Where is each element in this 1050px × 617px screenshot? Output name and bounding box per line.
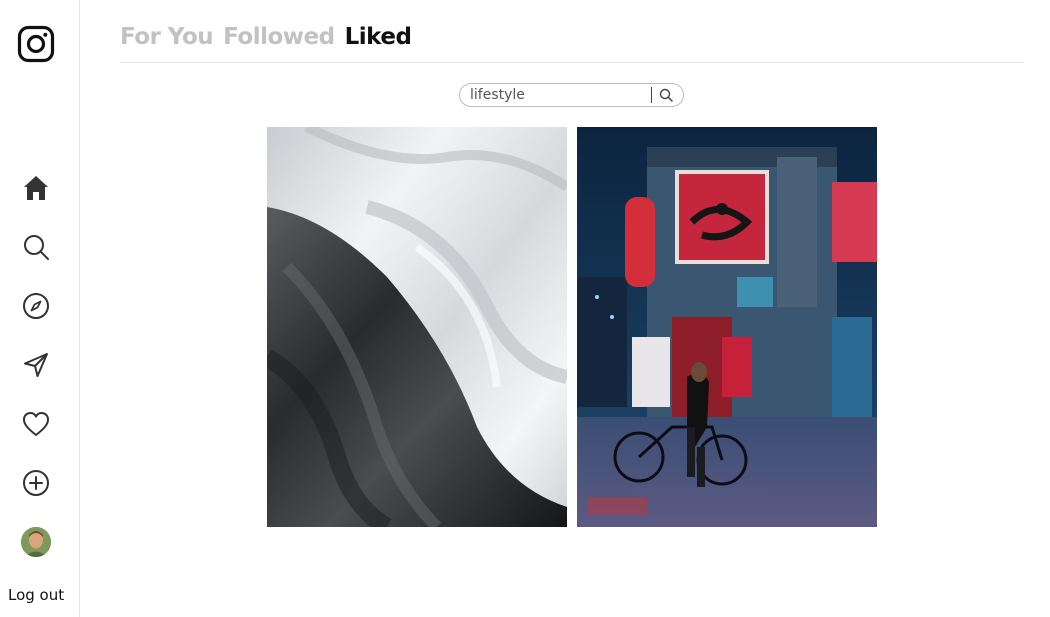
header-divider bbox=[120, 62, 1024, 63]
main-content: For You Followed Liked bbox=[120, 0, 1024, 617]
search-button[interactable] bbox=[657, 87, 675, 103]
instagram-logo-icon[interactable] bbox=[17, 25, 55, 63]
post-fabric[interactable] bbox=[267, 127, 567, 527]
plus-circle-icon[interactable] bbox=[20, 467, 52, 499]
search-bar bbox=[459, 83, 684, 107]
logout-button[interactable]: Log out bbox=[8, 586, 64, 604]
search-separator bbox=[651, 87, 652, 103]
tab-followed[interactable]: Followed bbox=[223, 24, 335, 50]
post-grid bbox=[267, 127, 877, 527]
compass-icon[interactable] bbox=[20, 290, 52, 322]
fabric-photo bbox=[267, 127, 567, 527]
send-icon[interactable] bbox=[20, 349, 52, 381]
home-icon[interactable] bbox=[20, 172, 52, 204]
tab-liked[interactable]: Liked bbox=[345, 24, 412, 50]
sidebar: Log out bbox=[0, 0, 80, 617]
tab-for-you[interactable]: For You bbox=[120, 24, 214, 50]
neon-street-photo bbox=[577, 127, 877, 527]
post-neon-street[interactable] bbox=[577, 127, 877, 527]
search-icon bbox=[659, 88, 673, 102]
search-input[interactable] bbox=[470, 86, 650, 104]
feed-tabs: For You Followed Liked bbox=[120, 24, 412, 50]
search-icon[interactable] bbox=[20, 231, 52, 263]
avatar[interactable] bbox=[21, 527, 51, 557]
heart-icon[interactable] bbox=[20, 408, 52, 440]
